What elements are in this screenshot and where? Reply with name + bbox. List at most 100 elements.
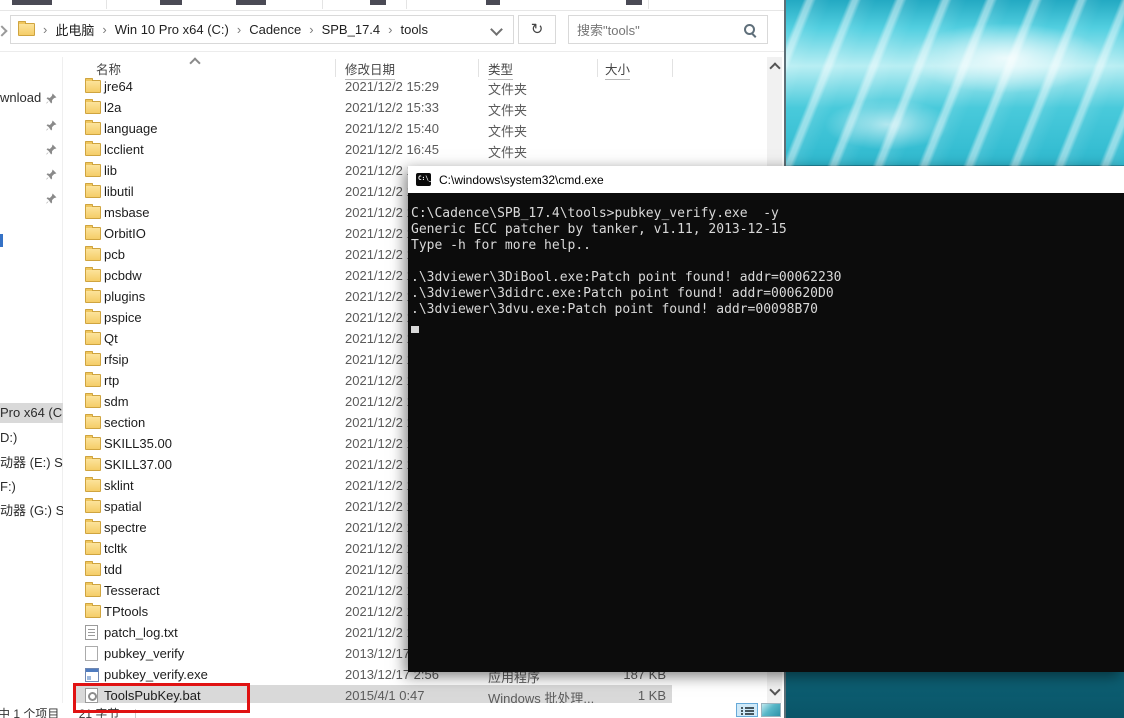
file-date: 2021/12/2 1 — [345, 457, 414, 472]
txt-icon — [85, 625, 98, 640]
file-name: section — [104, 415, 145, 430]
chevron-down-icon[interactable] — [490, 23, 503, 36]
column-separator[interactable] — [335, 59, 336, 77]
file-date: 2013/12/17 — [345, 646, 410, 661]
file-name: pspice — [104, 310, 142, 325]
details-view-button[interactable] — [736, 703, 758, 717]
breadcrumb-item[interactable]: SPB_17.4 — [322, 22, 381, 37]
breadcrumb-chevron-icon[interactable]: › — [301, 22, 321, 37]
ribbon-fragment — [370, 0, 386, 5]
file-name: SKILL37.00 — [104, 457, 172, 472]
ribbon-fragment — [160, 0, 182, 5]
file-name: Qt — [104, 331, 118, 346]
file-row[interactable]: lcclient2021/12/2 16:45文件夹 — [0, 139, 767, 160]
cmd-title: C:\windows\system32\cmd.exe — [439, 173, 604, 187]
ribbon-separator — [406, 0, 407, 9]
ribbon-separator — [322, 0, 323, 9]
file-name: patch_log.txt — [104, 625, 178, 640]
scroll-down-icon[interactable] — [769, 684, 780, 695]
file-date: 2021/12/2 1 — [345, 310, 414, 325]
file-row[interactable]: language2021/12/2 15:40文件夹 — [0, 118, 767, 139]
search-input[interactable] — [569, 16, 749, 45]
file-name: tcltk — [104, 541, 127, 556]
file-date: 2021/12/2 1 — [345, 394, 414, 409]
file-date: 2021/12/2 1 — [345, 247, 414, 262]
file-date: 2021/12/2 1 — [345, 520, 414, 535]
file-name: pubkey_verify.exe — [104, 667, 208, 682]
breadcrumb-chevron-icon[interactable]: › — [94, 22, 114, 37]
folder-icon — [85, 353, 101, 366]
file-name: msbase — [104, 205, 150, 220]
breadcrumb-item[interactable]: 此电脑 — [55, 20, 94, 39]
file-name: SKILL35.00 — [104, 436, 172, 451]
file-date: 2021/12/2 1 — [345, 436, 414, 451]
breadcrumb-chevron-icon[interactable]: › — [229, 22, 249, 37]
folder-icon — [85, 227, 101, 240]
breadcrumb-item[interactable]: Cadence — [249, 22, 301, 37]
file-row[interactable]: jre642021/12/2 15:29文件夹 — [0, 76, 767, 97]
file-date: 2021/12/2 1 — [345, 184, 414, 199]
folder-icon — [85, 500, 101, 513]
file-name: spatial — [104, 499, 142, 514]
thumbnails-view-button[interactable] — [761, 703, 781, 717]
file-name: rtp — [104, 373, 119, 388]
file-date: 2021/12/2 1 — [345, 562, 414, 577]
breadcrumb-item[interactable]: tools — [400, 22, 427, 37]
file-name: pcbdw — [104, 268, 142, 283]
folder-icon — [85, 374, 101, 387]
console-line — [411, 254, 1120, 270]
column-separator[interactable] — [672, 59, 673, 77]
file-date: 2021/12/2 1 — [345, 415, 414, 430]
file-date: 2021/12/2 1 — [345, 163, 414, 178]
scroll-up-icon[interactable] — [769, 62, 780, 73]
file-date: 2021/12/2 1 — [345, 499, 414, 514]
refresh-button[interactable]: ↻ — [518, 15, 556, 44]
column-separator[interactable] — [597, 59, 598, 77]
file-date: 2021/12/2 1 — [345, 583, 414, 598]
ribbon-fragment — [236, 0, 266, 5]
cmd-console[interactable]: C:\Cadence\SPB_17.4\tools>pubkey_verify.… — [408, 193, 1124, 672]
file-name: sdm — [104, 394, 129, 409]
file-name: lib — [104, 163, 117, 178]
nav-chevron-fragment[interactable] — [0, 25, 8, 36]
file-name: TPtools — [104, 604, 148, 619]
file-name: sklint — [104, 478, 134, 493]
folder-icon — [85, 206, 101, 219]
breadcrumb: ›此电脑›Win 10 Pro x64 (C:)›Cadence›SPB_17.… — [35, 20, 428, 39]
folder-icon — [85, 248, 101, 261]
selection-count: 选中 1 个项目 — [0, 707, 59, 718]
file-name: spectre — [104, 520, 147, 535]
file-date: 2021/12/2 15:29 — [345, 79, 439, 94]
folder-icon — [85, 521, 101, 534]
console-cursor — [411, 326, 419, 333]
file-date: 2021/12/2 15:40 — [345, 121, 439, 136]
folder-icon — [85, 395, 101, 408]
file-name: pcb — [104, 247, 125, 262]
cmd-titlebar[interactable]: C:\windows\system32\cmd.exe — [408, 166, 1124, 193]
file-name: l2a — [104, 100, 121, 115]
folder-icon — [85, 269, 101, 282]
file-date: 2021/12/2 15:33 — [345, 100, 439, 115]
file-name: OrbitIO — [104, 226, 146, 241]
ribbon-fragment — [486, 0, 500, 5]
address-bar[interactable]: ›此电脑›Win 10 Pro x64 (C:)›Cadence›SPB_17.… — [10, 15, 514, 44]
search-icon[interactable] — [744, 24, 755, 35]
wallpaper-highlight — [786, 0, 1124, 166]
folder-icon — [85, 143, 101, 156]
navigation-bar: ›此电脑›Win 10 Pro x64 (C:)›Cadence›SPB_17.… — [0, 11, 784, 52]
file-type: 文件夹 — [488, 142, 527, 161]
file-date: 2021/12/2 1 — [345, 478, 414, 493]
breadcrumb-chevron-icon[interactable]: › — [35, 22, 55, 37]
column-separator[interactable] — [478, 59, 479, 77]
breadcrumb-item[interactable]: Win 10 Pro x64 (C:) — [115, 22, 229, 37]
file-name: language — [104, 121, 158, 136]
file-name: libutil — [104, 184, 134, 199]
search-box[interactable] — [568, 15, 768, 44]
folder-icon — [85, 290, 101, 303]
breadcrumb-chevron-icon[interactable]: › — [380, 22, 400, 37]
file-row[interactable]: l2a2021/12/2 15:33文件夹 — [0, 97, 767, 118]
refresh-icon: ↻ — [531, 21, 544, 38]
console-line: Generic ECC patcher by tanker, v1.11, 20… — [411, 222, 1120, 238]
cmd-window: C:\windows\system32\cmd.exe C:\Cadence\S… — [408, 166, 1124, 672]
file-date: 2021/12/2 1 — [345, 373, 414, 388]
